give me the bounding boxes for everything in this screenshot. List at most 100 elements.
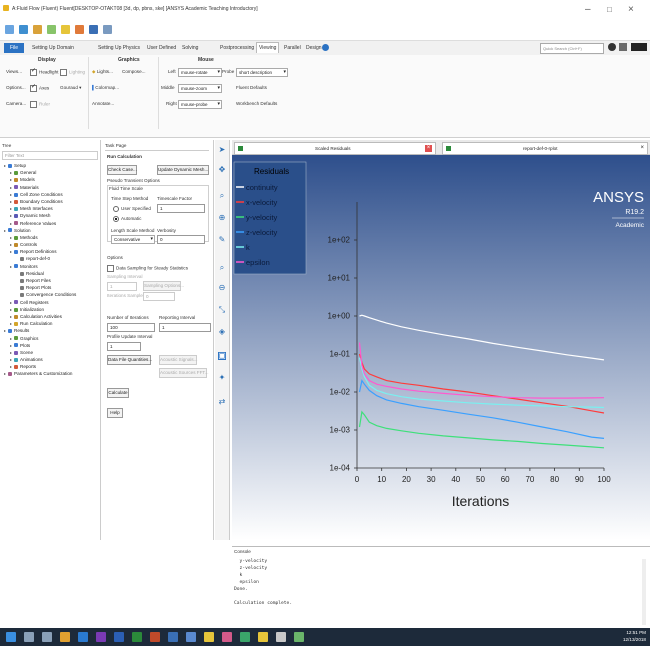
user-specified-radio[interactable]: User Specified [113, 206, 151, 212]
reporting-interval-input[interactable]: 1 [159, 323, 211, 332]
tree-item[interactable]: ▸ Controls [0, 241, 100, 248]
isometric-icon[interactable]: ◈ [218, 328, 226, 336]
tree-item[interactable]: ▸ Report Definitions [0, 248, 100, 255]
snapshot-icon[interactable] [33, 25, 42, 34]
probe-icon[interactable]: ✎ [218, 236, 226, 244]
tree-item[interactable]: Residual [0, 270, 100, 277]
minimize-button[interactable]: – [585, 4, 591, 15]
tab-solving[interactable]: Solving [180, 43, 200, 53]
powerpoint-icon[interactable] [150, 632, 160, 642]
gouraud-dropdown[interactable]: Gouraud ▾ [60, 85, 81, 91]
tree-item[interactable]: ▸ Calculation Activities [0, 313, 100, 320]
sampling-options-button[interactable]: Sampling Options... [143, 281, 184, 291]
tree-item[interactable]: ▸ Cell Zone Conditions [0, 191, 100, 198]
acoustic-sources-fft-button[interactable]: Acoustic Sources FFT... [159, 368, 209, 378]
app-icon[interactable] [186, 632, 196, 642]
compose-button[interactable]: Compose... [122, 69, 146, 74]
tree-item[interactable]: ▸ Dynamic Mesh [0, 212, 100, 219]
length-scale-dropdown[interactable]: Conservative [111, 235, 155, 244]
tab-viewing[interactable]: Viewing [256, 42, 280, 53]
tab-design[interactable]: Design [304, 43, 324, 53]
camera-button[interactable]: Camera... [6, 101, 26, 106]
ansys-icon[interactable] [258, 632, 268, 642]
zoom-in-icon[interactable]: ⊕ [218, 214, 226, 222]
quick-search-input[interactable]: Quick Search (Ctrl+F) [540, 43, 604, 54]
tab-report-plot[interactable]: report-def-0-rplot × [442, 142, 648, 155]
console-scrollbar[interactable] [642, 559, 646, 625]
layout-icon[interactable] [103, 25, 112, 34]
workbench-icon[interactable] [204, 632, 214, 642]
tree-item[interactable]: Report Plots [0, 284, 100, 291]
tree-item[interactable]: ▸ Results [0, 327, 100, 334]
tree-item[interactable]: ▸ Plots [0, 342, 100, 349]
fluent-defaults-button[interactable]: Fluent Defaults [236, 85, 267, 90]
refresh-icon[interactable] [47, 25, 56, 34]
tree-item[interactable]: ▸ General [0, 169, 100, 176]
file-explorer-icon[interactable] [78, 632, 88, 642]
tree-item[interactable]: ▸ Models [0, 176, 100, 183]
tree-item[interactable]: ▸ Cell Registers [0, 299, 100, 306]
chrome-icon[interactable] [60, 632, 70, 642]
colormap-button[interactable]: ▌Colormap... [92, 85, 119, 90]
automatic-radio[interactable]: Automatic [113, 216, 141, 222]
layout-toggle-icon[interactable] [619, 43, 627, 51]
pointer-icon[interactable] [61, 25, 70, 34]
onenote-icon[interactable] [96, 632, 106, 642]
tree-item[interactable]: ▸ Run Calculation [0, 320, 100, 327]
annotate-button[interactable]: Annotate... [92, 101, 114, 106]
tab-postprocessing[interactable]: Postprocessing [218, 43, 256, 53]
tab-setting-up-physics[interactable]: Setting Up Physics [96, 43, 142, 53]
view-icon[interactable]: ▣ [218, 352, 226, 360]
zoom-icon[interactable]: ⌕ [218, 192, 226, 200]
help-button[interactable]: Help [107, 408, 123, 418]
tab-setting-up-domain[interactable]: Setting Up Domain [30, 43, 76, 53]
workbench-defaults-button[interactable]: Workbench Defaults [236, 101, 277, 106]
check-case-button[interactable]: Check Case... [107, 165, 137, 175]
ansys-icon[interactable] [75, 25, 84, 34]
data-sampling-checkbox[interactable]: Data Sampling for Steady Statistics [107, 265, 188, 272]
tree-item[interactable]: ▸ Boundary Conditions [0, 198, 100, 205]
calculate-button[interactable]: Calculate [107, 388, 129, 398]
tree-item[interactable]: ▸ Reports [0, 363, 100, 370]
data-file-quantities-button[interactable]: Data File Quantities... [107, 355, 152, 365]
lights-button[interactable]: ◆ Lights... [92, 69, 113, 75]
tree-item[interactable]: ▸ Animations [0, 356, 100, 363]
light-icon[interactable]: ✦ [218, 374, 226, 382]
mouse-left-dropdown[interactable]: mouse-rotate [178, 68, 222, 77]
mouse-right-dropdown[interactable]: mouse-probe [178, 100, 222, 109]
app-icon[interactable] [240, 632, 250, 642]
verbosity-input[interactable]: 0 [157, 235, 205, 244]
axes-checkbox[interactable]: Axes [30, 83, 49, 92]
app-icon[interactable] [222, 632, 232, 642]
tab-file[interactable]: File [4, 43, 24, 53]
tab-parallel[interactable]: Parallel [282, 43, 303, 53]
tree-item[interactable]: ▸ Reference Values [0, 220, 100, 227]
outlook-icon[interactable] [168, 632, 178, 642]
timescale-factor-input[interactable]: 1 [157, 204, 205, 213]
tree-item[interactable]: ▸ Materials [0, 184, 100, 191]
save-icon[interactable] [19, 25, 28, 34]
tab-scaled-residuals[interactable]: Scaled Residuals × [234, 142, 436, 155]
open-icon[interactable] [5, 25, 14, 34]
tree-filter-input[interactable]: Filter Text [2, 151, 98, 160]
tree-item[interactable]: ▸ Scene [0, 349, 100, 356]
task-view-icon[interactable] [42, 632, 52, 642]
zoom-out-icon[interactable]: ⊖ [218, 284, 226, 292]
mouse-middle-dropdown[interactable]: mouse-zoom [178, 84, 222, 93]
zoom-box-icon[interactable]: ⌕ [218, 264, 226, 272]
maximize-button[interactable]: □ [607, 5, 612, 14]
tree-item[interactable]: ▸ Monitors [0, 263, 100, 270]
app-icon[interactable] [276, 632, 286, 642]
ribbon-settings-icon[interactable] [322, 44, 329, 51]
tree-item[interactable]: Report Files [0, 277, 100, 284]
tree-item[interactable]: Convergence Conditions [0, 291, 100, 298]
tree-item[interactable]: ▸ Mesh Interfaces [0, 205, 100, 212]
tree-item[interactable]: ▸ Initialization [0, 306, 100, 313]
profile-update-interval-input[interactable]: 1 [107, 342, 141, 351]
excel-icon[interactable] [132, 632, 142, 642]
tree-item[interactable]: report-def-0 [0, 255, 100, 262]
app-icon[interactable] [294, 632, 304, 642]
fit-icon[interactable]: ⤡ [218, 306, 226, 314]
console-output[interactable]: y-velocity z-velocity k epsilon Done. Calc… [234, 558, 634, 607]
options-button[interactable]: Options... [6, 85, 26, 90]
